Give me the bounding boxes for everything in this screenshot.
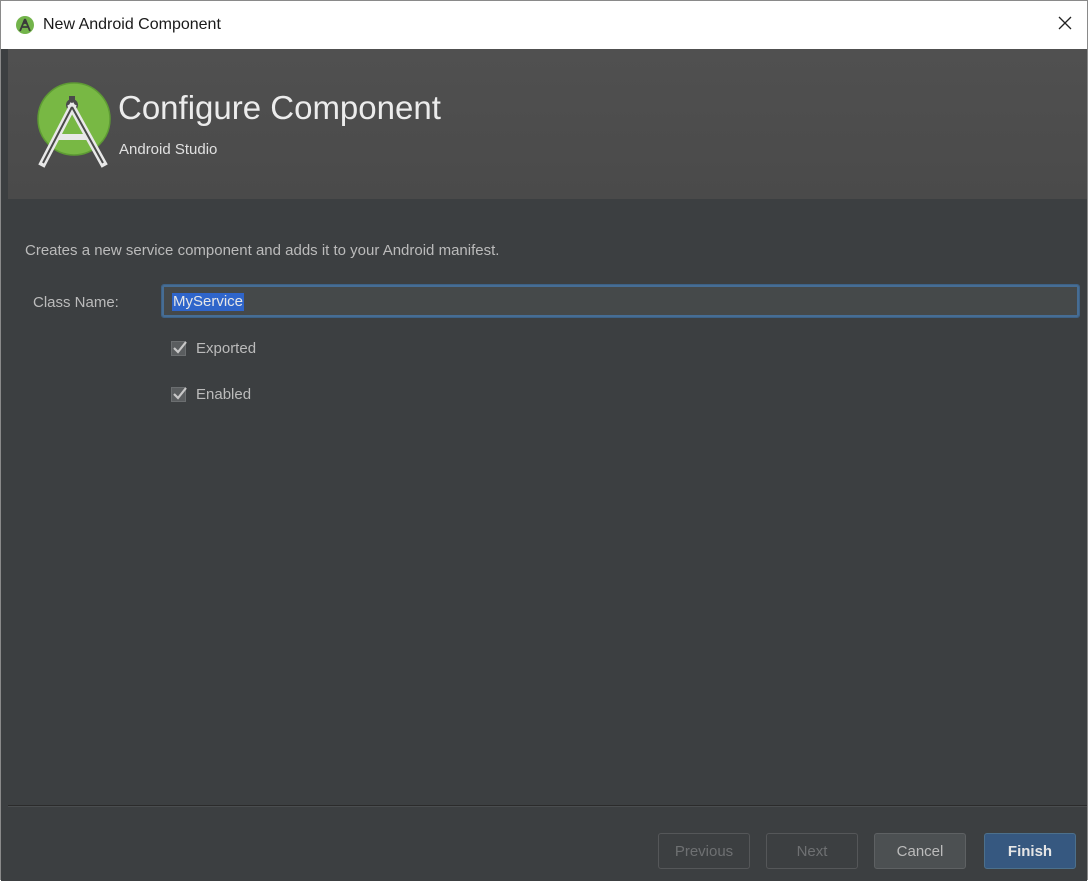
close-button[interactable] [1043, 1, 1087, 49]
window-left-edge [1, 49, 8, 881]
enabled-checkbox-row[interactable]: Enabled [171, 386, 251, 403]
finish-button[interactable]: Finish [984, 833, 1076, 869]
exported-checkbox-row[interactable]: Exported [171, 340, 256, 357]
page-subtitle: Android Studio [119, 141, 218, 158]
component-description: Creates a new service component and adds… [25, 242, 500, 259]
wizard-header: Configure Component Android Studio [8, 49, 1087, 199]
class-name-input[interactable]: MyService [161, 284, 1080, 318]
previous-button[interactable]: Previous [658, 833, 750, 869]
checkmark-icon [173, 341, 187, 354]
android-studio-logo-icon [33, 79, 123, 169]
form-content: Creates a new service component and adds… [8, 199, 1087, 805]
checkmark-icon [173, 387, 187, 400]
class-name-label: Class Name: [33, 294, 119, 311]
android-studio-icon [15, 15, 35, 35]
title-bar: New Android Component [1, 1, 1087, 49]
next-button[interactable]: Next [766, 833, 858, 869]
wizard-footer: Previous Next Cancel Finish [8, 807, 1087, 881]
dialog-window: New Android Component Configure Componen… [0, 0, 1088, 881]
window-title: New Android Component [43, 16, 221, 33]
close-icon [1057, 15, 1073, 36]
class-name-value: MyService [172, 293, 245, 311]
page-title: Configure Component [118, 89, 441, 126]
enabled-checkbox[interactable] [171, 387, 187, 402]
exported-label: Exported [196, 340, 257, 357]
cancel-button[interactable]: Cancel [874, 833, 966, 869]
exported-checkbox[interactable] [171, 341, 187, 356]
enabled-label: Enabled [196, 386, 252, 403]
